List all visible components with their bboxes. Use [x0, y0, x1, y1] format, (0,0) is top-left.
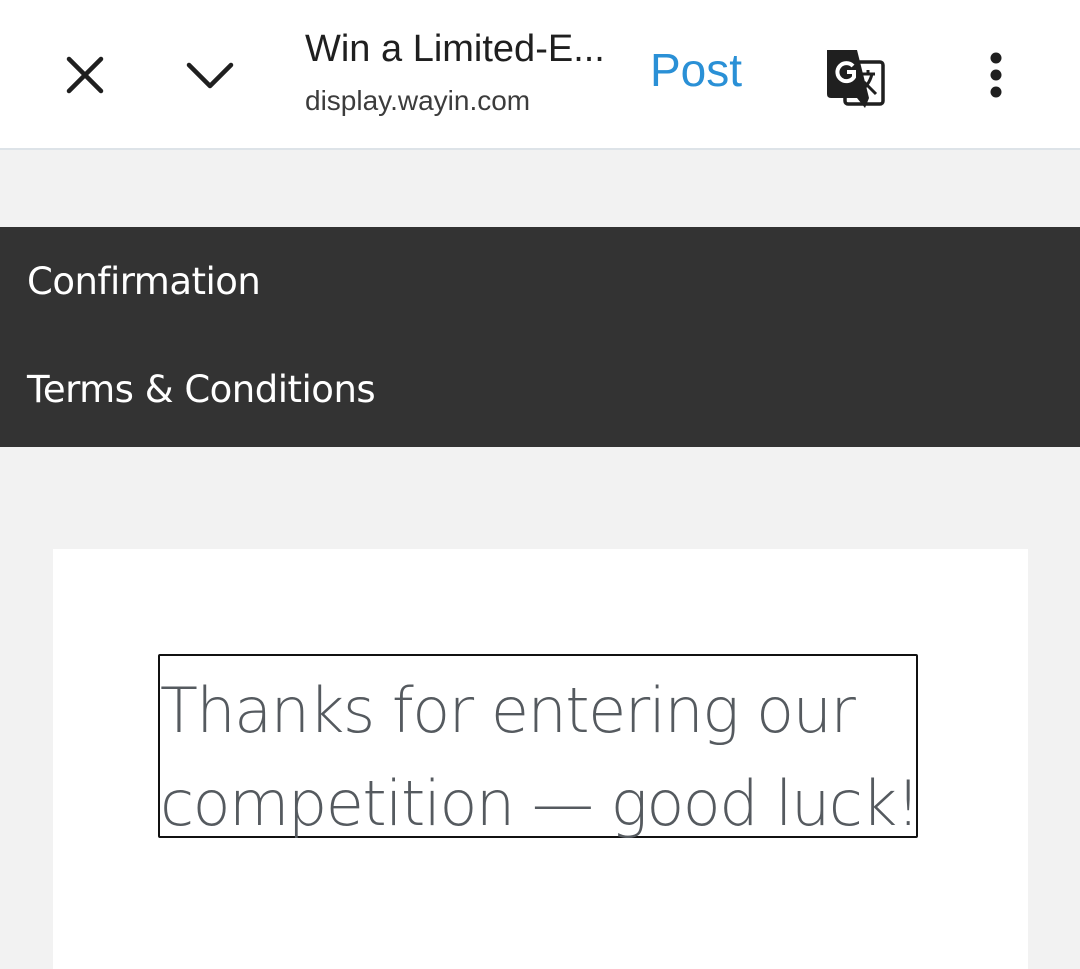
confirmation-message: Thanks for entering our competition — go…	[160, 674, 921, 840]
more-options-button[interactable]	[965, 40, 1027, 110]
nav-item-terms-conditions[interactable]: Terms & Conditions	[27, 368, 376, 412]
close-icon	[66, 56, 104, 94]
translate-icon	[827, 50, 885, 108]
page-title: Win a Limited-E...	[305, 28, 605, 70]
chevron-down-icon	[186, 62, 234, 89]
minimize-button[interactable]	[175, 40, 245, 110]
post-button[interactable]: Post	[650, 42, 742, 98]
more-vertical-icon	[990, 52, 1002, 98]
page-title-block: Win a Limited-E... display.wayin.com	[305, 26, 635, 118]
nav-item-confirmation[interactable]: Confirmation	[27, 260, 261, 304]
translate-button[interactable]	[815, 38, 895, 118]
navigation-menu: Confirmation Terms & Conditions	[0, 227, 1080, 447]
confirmation-card: Thanks for entering our competition — go…	[53, 549, 1028, 969]
page-url: display.wayin.com	[305, 85, 531, 116]
close-button[interactable]	[50, 40, 120, 110]
confirmation-message-box: Thanks for entering our competition — go…	[158, 654, 921, 840]
custom-tab-toolbar: Win a Limited-E... display.wayin.com Pos…	[0, 0, 1080, 150]
